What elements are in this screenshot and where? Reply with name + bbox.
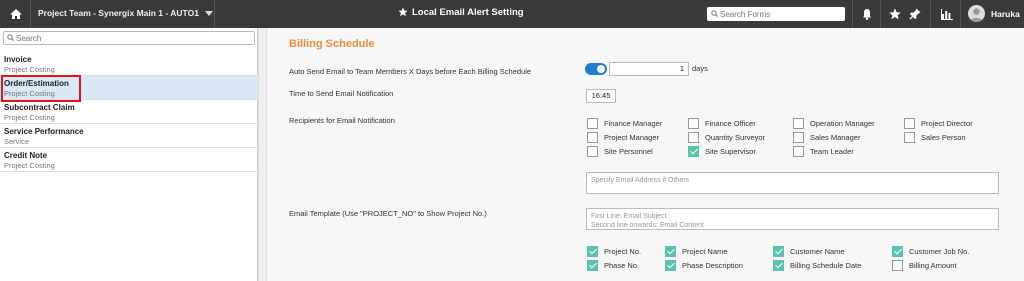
template-placeholder-line2: Second line onwards: Email Content bbox=[591, 222, 704, 229]
user-name[interactable]: Haruka bbox=[991, 9, 1020, 19]
recipient-checkbox-team-leader[interactable] bbox=[793, 146, 804, 157]
email-template-input[interactable]: First Line: Email Subject Second line on… bbox=[586, 208, 999, 230]
divider bbox=[930, 0, 931, 28]
bell-icon[interactable] bbox=[860, 7, 874, 21]
top-bar: Project Team - Synergix Main 1 - AUTO1 L… bbox=[0, 0, 1024, 28]
recipient-label: Operation Manager bbox=[810, 119, 875, 128]
sidebar-search[interactable] bbox=[3, 31, 255, 45]
project-selector[interactable]: Project Team - Synergix Main 1 - AUTO1 bbox=[38, 8, 213, 18]
divider bbox=[30, 0, 31, 28]
divider bbox=[214, 0, 215, 28]
main-panel: Billing Schedule Auto Send Email to Team… bbox=[266, 28, 1024, 281]
recipient-checkbox-finance-officer[interactable] bbox=[688, 118, 699, 129]
project-label: Project Team - Synergix Main 1 - AUTO1 bbox=[38, 8, 199, 18]
field-checkbox-customer-name[interactable] bbox=[773, 246, 784, 257]
search-icon bbox=[711, 10, 718, 17]
recipient-label: Sales Manager bbox=[810, 133, 861, 142]
recipient-label: Team Leader bbox=[810, 147, 854, 156]
days-input[interactable]: 1 bbox=[609, 62, 689, 76]
divider bbox=[960, 0, 961, 28]
page-title-text: Local Email Alert Setting bbox=[412, 7, 524, 18]
avatar[interactable] bbox=[968, 5, 985, 22]
sidebar-item-credit-note[interactable]: Credit Note Project Costing bbox=[0, 148, 258, 172]
sidebar-item-subtitle: Project Costing bbox=[4, 65, 55, 74]
recipient-label: Site Supervisor bbox=[705, 147, 756, 156]
field-label: Customer Name bbox=[790, 247, 845, 256]
sidebar-item-invoice[interactable]: Invoice Project Costing bbox=[0, 52, 258, 76]
sidebar-item-subtitle: Project Costing bbox=[4, 161, 55, 170]
template-placeholder-line1: First Line: Email Subject bbox=[591, 213, 667, 220]
field-checkbox-project-no[interactable] bbox=[587, 246, 598, 257]
field-label: Phase Description bbox=[682, 261, 743, 270]
recipient-checkbox-finance-manager[interactable] bbox=[587, 118, 598, 129]
search-icon bbox=[7, 34, 14, 41]
sidebar-scrollbar[interactable] bbox=[258, 28, 266, 281]
recipient-checkbox-operation-manager[interactable] bbox=[793, 118, 804, 129]
field-label: Billing Amount bbox=[909, 261, 957, 270]
home-icon[interactable] bbox=[8, 6, 24, 22]
field-label: Customer Job No. bbox=[909, 247, 970, 256]
field-checkbox-customer-job-no[interactable] bbox=[892, 246, 903, 257]
recipient-checkbox-quantity-surveyor[interactable] bbox=[688, 132, 699, 143]
field-checkbox-phase-no[interactable] bbox=[587, 260, 598, 271]
auto-send-toggle[interactable] bbox=[585, 63, 607, 75]
recipient-label: Site Personnel bbox=[604, 147, 653, 156]
time-input[interactable]: 16:45 bbox=[586, 89, 616, 103]
field-checkbox-phase-description[interactable] bbox=[665, 260, 676, 271]
other-email-input[interactable]: Specify Email Address if Others bbox=[586, 172, 999, 194]
divider bbox=[852, 0, 853, 28]
recipient-checkbox-sales-person[interactable] bbox=[904, 132, 915, 143]
page-title: Local Email Alert Setting bbox=[398, 7, 524, 18]
form-search[interactable] bbox=[707, 7, 845, 21]
recipient-label: Quantity Surveyor bbox=[705, 133, 766, 142]
auto-send-label: Auto Send Email to Team Members X Days b… bbox=[289, 67, 532, 76]
user-icon bbox=[970, 8, 983, 22]
sidebar-item-title: Subcontract Claim bbox=[4, 103, 75, 112]
other-email-placeholder: Specify Email Address if Others bbox=[591, 177, 690, 184]
sidebar-item-title: Invoice bbox=[4, 55, 32, 64]
recipient-checkbox-project-manager[interactable] bbox=[587, 132, 598, 143]
template-label: Email Template (Use "PROJECT_NO" to Show… bbox=[289, 209, 487, 218]
sidebar-item-title: Credit Note bbox=[4, 151, 48, 160]
selection-highlight-box bbox=[1, 75, 81, 102]
divider bbox=[880, 0, 881, 28]
time-label: Time to Send Email Notification bbox=[289, 89, 394, 98]
field-label: Project Name bbox=[682, 247, 728, 256]
field-checkbox-billing-amount[interactable] bbox=[892, 260, 903, 271]
sidebar: Invoice Project Costing Order/Estimation… bbox=[0, 28, 258, 281]
sidebar-item-subtitle: Service bbox=[4, 137, 30, 146]
chart-icon[interactable] bbox=[940, 7, 954, 21]
sidebar-item-subtitle: Project Costing bbox=[4, 113, 55, 122]
recipient-checkbox-site-personnel[interactable] bbox=[587, 146, 598, 157]
recipient-label: Sales Person bbox=[921, 133, 966, 142]
form-search-input[interactable] bbox=[720, 8, 840, 20]
sidebar-item-service-performance[interactable]: Service Performance Service bbox=[0, 124, 258, 148]
recipient-label: Finance Officer bbox=[705, 119, 756, 128]
sidebar-item-title: Service Performance bbox=[4, 127, 84, 136]
recipient-label: Project Manager bbox=[604, 133, 660, 142]
days-unit-label: days bbox=[692, 64, 708, 73]
field-checkbox-billing-schedule-date[interactable] bbox=[773, 260, 784, 271]
chevron-down-icon bbox=[204, 11, 213, 17]
recipient-label: Finance Manager bbox=[604, 119, 663, 128]
recipient-checkbox-sales-manager[interactable] bbox=[793, 132, 804, 143]
field-checkbox-project-name[interactable] bbox=[665, 246, 676, 257]
field-label: Project No. bbox=[604, 247, 642, 256]
recipient-checkbox-site-supervisor[interactable] bbox=[688, 146, 699, 157]
recipient-label: Project Director bbox=[921, 119, 973, 128]
pin-icon[interactable] bbox=[908, 7, 922, 21]
recipient-checkbox-project-director[interactable] bbox=[904, 118, 915, 129]
field-label: Phase No. bbox=[604, 261, 640, 270]
section-title: Billing Schedule bbox=[289, 38, 375, 50]
sidebar-item-subcontract-claim[interactable]: Subcontract Claim Project Costing bbox=[0, 100, 258, 124]
field-label: Billing Schedule Date bbox=[790, 261, 862, 270]
star-icon[interactable] bbox=[398, 7, 408, 17]
sidebar-search-input[interactable] bbox=[16, 33, 246, 44]
recipients-label: Recipients for Email Notification bbox=[289, 116, 395, 125]
star-icon[interactable] bbox=[888, 7, 902, 21]
